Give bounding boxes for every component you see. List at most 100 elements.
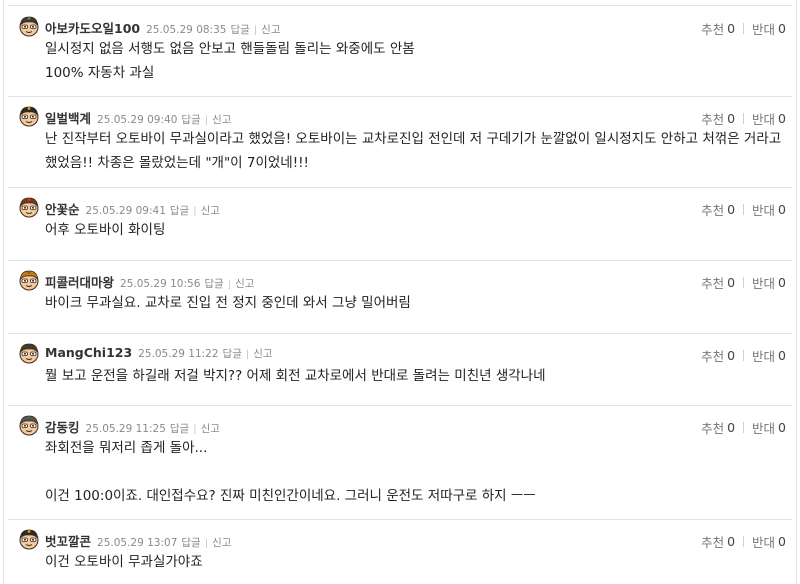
comment-body: 이건 오토바이 무과실가야죠	[45, 550, 752, 574]
comment-meta: 안꽃순 25.05.29 09:41 답글 | 신고	[45, 199, 220, 218]
comment-date: 25.05.29 09:41	[85, 205, 166, 217]
like-label: 추천	[701, 421, 725, 436]
dislike-label: 반대	[752, 535, 776, 550]
report-link[interactable]: 신고	[261, 22, 280, 37]
comment-text-line: 좌회전을 뭐저리 좁게 돌아...	[45, 440, 208, 456]
vote-separator	[743, 422, 745, 433]
dislike-button[interactable]: 반대 0	[752, 273, 786, 292]
comment-body: 좌회전을 뭐저리 좁게 돌아... 이건 100:0이죠. 대인접수요? 진짜 미…	[45, 436, 752, 508]
like-button[interactable]: 추천 0	[701, 418, 735, 437]
comment-body: 난 진작부터 오토바이 무과실이라고 했었음! 오토바이는 교차로진입 전인데 …	[45, 127, 781, 175]
like-button[interactable]: 추천 0	[701, 273, 735, 292]
comment-meta: 일벌백계 25.05.29 09:40 답글 | 신고	[45, 108, 231, 127]
reply-link[interactable]: 답글	[181, 535, 200, 550]
avatar-icon[interactable]	[18, 528, 40, 550]
like-count: 0	[727, 202, 736, 217]
vote-box: 추천 0 반대 0	[701, 109, 786, 128]
report-link[interactable]: 신고	[212, 112, 231, 127]
comment-meta: 피콜러대마왕 25.05.29 10:56 답글 | 신고	[45, 272, 254, 291]
like-label: 추천	[701, 276, 725, 291]
like-count: 0	[727, 21, 736, 36]
vote-box: 추천 0 반대 0	[701, 200, 786, 219]
like-button[interactable]: 추천 0	[701, 346, 735, 365]
comment-item: 안꽃순 25.05.29 09:41 답글 | 신고 추천 0 반대 0 어후 …	[8, 187, 792, 261]
meta-separator: |	[245, 349, 250, 360]
comment-text-line: 했었음!! 차종은 몰랐었는데 "개"이 7이었네!!!	[45, 155, 309, 171]
comment-body: 어후 오토바이 화이팅	[45, 218, 752, 242]
reply-link[interactable]: 답글	[204, 276, 223, 291]
avatar-icon[interactable]	[18, 105, 40, 127]
dislike-button[interactable]: 반대 0	[752, 200, 786, 219]
like-count: 0	[727, 111, 736, 126]
comment-item: 벗꼬깔콘 25.05.29 13:07 답글 | 신고 추천 0 반대 0 이건…	[8, 519, 792, 584]
dislike-count: 0	[778, 534, 786, 549]
dislike-label: 반대	[752, 349, 776, 364]
dislike-label: 반대	[752, 421, 776, 436]
avatar-icon[interactable]	[18, 269, 40, 291]
avatar-icon[interactable]	[18, 414, 40, 436]
author-nickname[interactable]: 일벌백계	[45, 108, 91, 127]
comment-date: 25.05.29 10:56	[120, 278, 201, 290]
left-border	[3, 0, 4, 584]
reply-link[interactable]: 답글	[170, 203, 189, 218]
author-nickname[interactable]: MangChi123	[45, 345, 132, 360]
avatar-icon[interactable]	[18, 342, 40, 364]
comment-date: 25.05.29 08:35	[146, 24, 227, 36]
like-count: 0	[727, 348, 736, 363]
avatar-icon[interactable]	[18, 15, 40, 37]
comment-body: 바이크 무과실요. 교차로 진입 전 정지 중인데 와서 그냥 밀어버림	[45, 291, 752, 315]
author-nickname[interactable]: 안꽃순	[45, 199, 80, 218]
like-button[interactable]: 추천 0	[701, 200, 735, 219]
comment-meta: 아보카도오일100 25.05.29 08:35 답글 | 신고	[45, 18, 280, 37]
dislike-count: 0	[778, 202, 786, 217]
avatar-icon[interactable]	[18, 196, 40, 218]
comment-text-line: 100% 자동차 과실	[45, 65, 155, 81]
report-link[interactable]: 신고	[253, 346, 272, 361]
comment-body: 뭘 보고 운전을 하길래 저걸 박지?? 어제 회전 교차로에서 반대로 돌려는…	[45, 364, 752, 388]
reply-link[interactable]: 답글	[230, 22, 249, 37]
like-button[interactable]: 추천 0	[701, 532, 735, 551]
reply-link[interactable]: 답글	[181, 112, 200, 127]
meta-separator: |	[227, 279, 232, 290]
like-button[interactable]: 추천 0	[701, 109, 735, 128]
dislike-count: 0	[778, 420, 786, 435]
meta-separator: |	[193, 206, 197, 217]
report-link[interactable]: 신고	[201, 203, 220, 218]
author-nickname[interactable]: 벗꼬깔콘	[45, 531, 91, 550]
report-link[interactable]: 신고	[235, 276, 254, 291]
reply-link[interactable]: 답글	[170, 421, 189, 436]
author-nickname[interactable]: 아보카도오일100	[45, 18, 140, 37]
comment-text-line: 바이크 무과실요. 교차로 진입 전 정지 중인데 와서 그냥 밀어버림	[45, 295, 411, 311]
dislike-count: 0	[778, 348, 786, 363]
comment-meta: MangChi123 25.05.29 11:22 답글 | 신고	[45, 345, 273, 361]
vote-separator	[743, 277, 745, 288]
comment-item: 피콜러대마왕 25.05.29 10:56 답글 | 신고 추천 0 반대 0 …	[8, 260, 792, 334]
dislike-button[interactable]: 반대 0	[752, 19, 786, 38]
like-label: 추천	[701, 112, 725, 127]
vote-separator	[743, 536, 745, 547]
dislike-button[interactable]: 반대 0	[752, 532, 786, 551]
comment-date: 25.05.29 11:25	[85, 423, 166, 435]
reply-link[interactable]: 답글	[223, 346, 242, 361]
author-nickname[interactable]: 피콜러대마왕	[45, 272, 114, 291]
comment-date: 25.05.29 11:22	[138, 348, 219, 360]
dislike-button[interactable]: 반대 0	[752, 109, 786, 128]
report-link[interactable]: 신고	[201, 421, 220, 436]
comment-text-line: 일시정지 없음 서행도 없음 안보고 핸들돌림 돌리는 와중에도 안봄	[45, 41, 415, 57]
like-count: 0	[727, 420, 736, 435]
vote-box: 추천 0 반대 0	[701, 346, 786, 365]
comment-meta: 감동킹 25.05.29 11:25 답글 | 신고	[45, 417, 220, 436]
vote-separator	[743, 350, 745, 361]
vote-separator	[743, 23, 745, 34]
like-label: 추천	[701, 349, 725, 364]
author-nickname[interactable]: 감동킹	[45, 417, 80, 436]
meta-separator: |	[204, 115, 209, 126]
like-button[interactable]: 추천 0	[701, 19, 735, 38]
dislike-button[interactable]: 반대 0	[752, 346, 786, 365]
dislike-label: 반대	[752, 203, 776, 218]
vote-separator	[743, 113, 745, 124]
dislike-button[interactable]: 반대 0	[752, 418, 786, 437]
dislike-count: 0	[778, 21, 786, 36]
like-label: 추천	[701, 22, 725, 37]
report-link[interactable]: 신고	[212, 535, 231, 550]
